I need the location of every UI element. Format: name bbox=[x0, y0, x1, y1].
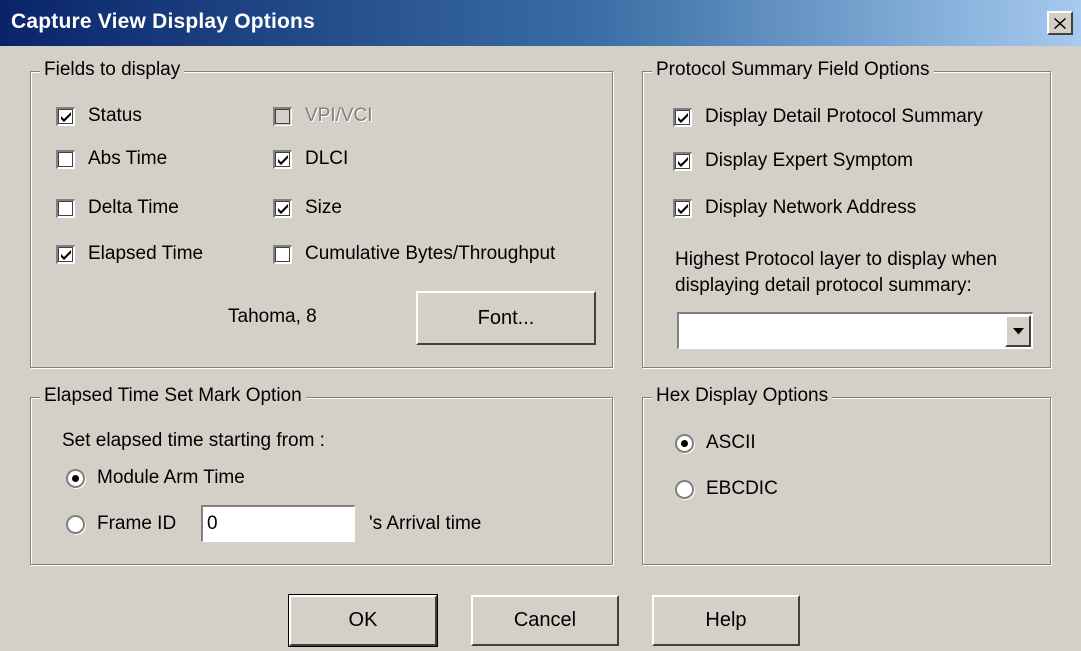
check-icon bbox=[678, 156, 688, 167]
group-title: Elapsed Time Set Mark Option bbox=[40, 385, 306, 407]
checkbox-box bbox=[673, 107, 692, 127]
checkbox-label: Display Expert Symptom bbox=[705, 150, 914, 171]
checkbox-box bbox=[56, 198, 75, 218]
check-icon bbox=[678, 112, 688, 123]
chevron-down-icon bbox=[1012, 327, 1024, 334]
check-icon bbox=[61, 111, 71, 122]
font-button[interactable]: Font... bbox=[416, 291, 596, 345]
group-title: Hex Display Options bbox=[652, 385, 833, 407]
cancel-button[interactable]: Cancel bbox=[471, 595, 619, 646]
checkbox-box bbox=[273, 149, 292, 169]
frame-id-input[interactable] bbox=[201, 505, 355, 542]
group-title: Fields to display bbox=[40, 59, 185, 81]
checkbox-box bbox=[673, 151, 692, 171]
checkbox-label: Display Detail Protocol Summary bbox=[705, 106, 983, 127]
delta-time-checkbox[interactable]: Delta Time bbox=[56, 197, 179, 219]
cancel-button-label: Cancel bbox=[513, 609, 577, 631]
ok-button-label: OK bbox=[348, 609, 378, 631]
check-icon bbox=[678, 203, 688, 214]
checkbox-label: Status bbox=[88, 105, 142, 126]
vpi-vci-checkbox: VPI/VCI bbox=[273, 105, 373, 127]
radio-circle bbox=[675, 433, 694, 453]
font-name-label: Tahoma, 8 bbox=[228, 306, 317, 327]
checkbox-label: Cumulative Bytes/Throughput bbox=[305, 243, 556, 264]
font-button-label: Font... bbox=[477, 306, 535, 329]
dlci-checkbox[interactable]: DLCI bbox=[273, 148, 348, 170]
ebcdic-radio[interactable]: EBCDIC bbox=[675, 478, 778, 500]
checkbox-box bbox=[56, 244, 75, 264]
checkbox-box bbox=[56, 149, 75, 169]
frame-id-radio[interactable]: Frame ID bbox=[66, 513, 176, 535]
checkbox-label: DLCI bbox=[305, 148, 349, 169]
help-button-label: Help bbox=[705, 609, 747, 631]
radio-label: Frame ID bbox=[97, 513, 177, 534]
checkbox-label: Elapsed Time bbox=[88, 243, 204, 264]
check-icon bbox=[278, 154, 288, 165]
module-arm-radio[interactable]: Module Arm Time bbox=[66, 467, 245, 489]
radio-circle bbox=[66, 468, 85, 488]
ascii-radio[interactable]: ASCII bbox=[675, 432, 756, 454]
expert-symptom-checkbox[interactable]: Display Expert Symptom bbox=[673, 150, 913, 172]
checkbox-label: Abs Time bbox=[88, 148, 168, 169]
size-checkbox[interactable]: Size bbox=[273, 197, 342, 219]
highest-layer-label-line1: Highest Protocol layer to display when bbox=[675, 249, 998, 270]
checkbox-box bbox=[273, 198, 292, 218]
radio-label: ASCII bbox=[706, 432, 756, 453]
elapsed-time-checkbox[interactable]: Elapsed Time bbox=[56, 243, 203, 265]
dropdown-button[interactable] bbox=[1005, 315, 1031, 347]
checkbox-box bbox=[56, 106, 75, 126]
radio-circle bbox=[66, 514, 85, 534]
close-button[interactable] bbox=[1047, 11, 1073, 35]
check-icon bbox=[278, 203, 288, 214]
window-title: Capture View Display Options bbox=[11, 10, 315, 33]
status-checkbox[interactable]: Status bbox=[56, 105, 142, 127]
checkbox-box bbox=[673, 198, 692, 218]
highest-layer-dropdown[interactable] bbox=[677, 312, 1033, 349]
checkbox-label: Display Network Address bbox=[705, 197, 917, 218]
elapsed-prompt: Set elapsed time starting from : bbox=[62, 430, 325, 451]
radio-label: Module Arm Time bbox=[97, 467, 245, 488]
detail-summary-checkbox[interactable]: Display Detail Protocol Summary bbox=[673, 106, 983, 128]
checkbox-box bbox=[273, 106, 292, 126]
network-address-checkbox[interactable]: Display Network Address bbox=[673, 197, 916, 219]
checkbox-box bbox=[273, 244, 292, 264]
radio-label: EBCDIC bbox=[706, 478, 778, 499]
cumulative-checkbox[interactable]: Cumulative Bytes/Throughput bbox=[273, 243, 555, 265]
abs-time-checkbox[interactable]: Abs Time bbox=[56, 148, 167, 170]
highest-layer-label-line2: displaying detail protocol summary: bbox=[675, 275, 972, 296]
group-title: Protocol Summary Field Options bbox=[652, 59, 934, 81]
ok-button[interactable]: OK bbox=[288, 594, 438, 647]
title-bar: Capture View Display Options bbox=[0, 0, 1081, 46]
checkbox-label: Size bbox=[305, 197, 342, 218]
radio-circle bbox=[675, 479, 694, 499]
check-icon bbox=[61, 249, 71, 260]
close-icon bbox=[1054, 17, 1066, 29]
checkbox-label: VPI/VCI bbox=[305, 105, 373, 126]
help-button[interactable]: Help bbox=[652, 595, 800, 646]
arrival-time-label: 's Arrival time bbox=[369, 513, 482, 534]
checkbox-label: Delta Time bbox=[88, 197, 179, 218]
